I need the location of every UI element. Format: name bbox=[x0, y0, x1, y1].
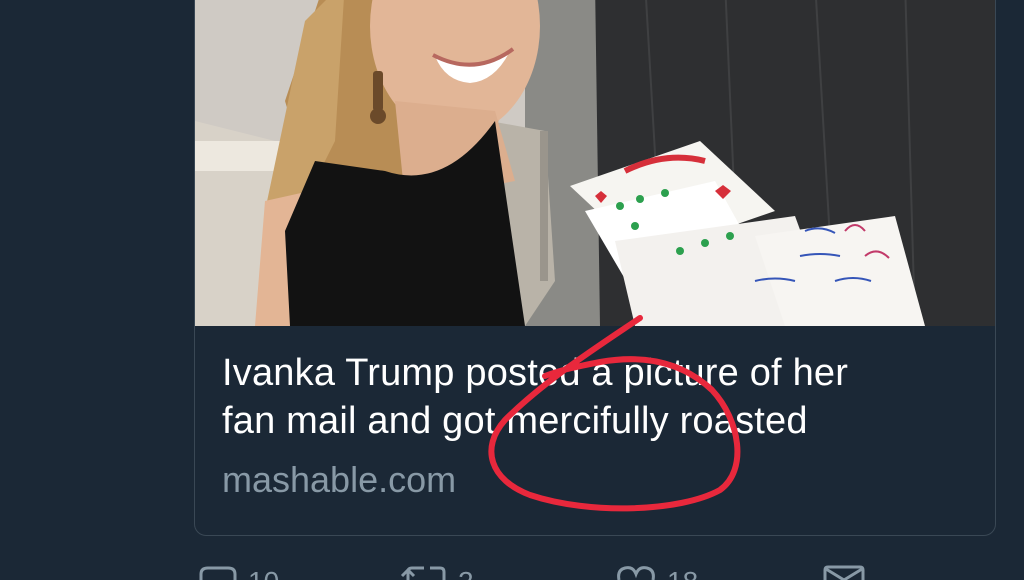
tweet-actions: 10 2 18 bbox=[0, 560, 1024, 580]
card-title[interactable]: Ivanka Trump posted a picture of her fan… bbox=[222, 349, 962, 445]
card-photo bbox=[195, 0, 995, 326]
card-domain: mashable.com bbox=[222, 459, 457, 500]
reply-count: 10 bbox=[248, 568, 279, 580]
heart-icon bbox=[617, 566, 655, 580]
retweet-button[interactable]: 2 bbox=[400, 560, 474, 580]
reply-button[interactable]: 10 bbox=[198, 560, 279, 580]
card-title-line-2: fan mail and got mercifully roasted bbox=[222, 400, 808, 442]
retweet-arrows-icon bbox=[400, 566, 446, 580]
speech-bubble-icon bbox=[199, 566, 237, 580]
card-title-line-1: Ivanka Trump posted a picture of her bbox=[222, 352, 849, 394]
envelope-icon bbox=[823, 565, 865, 580]
retweet-count: 2 bbox=[458, 568, 474, 580]
direct-message-button[interactable] bbox=[822, 560, 866, 580]
like-button[interactable]: 18 bbox=[615, 560, 698, 580]
tweet-view: Ivanka Trump posted a picture of her fan… bbox=[0, 0, 1024, 580]
link-preview-card[interactable]: Ivanka Trump posted a picture of her fan… bbox=[194, 0, 996, 536]
like-count: 18 bbox=[667, 568, 698, 580]
